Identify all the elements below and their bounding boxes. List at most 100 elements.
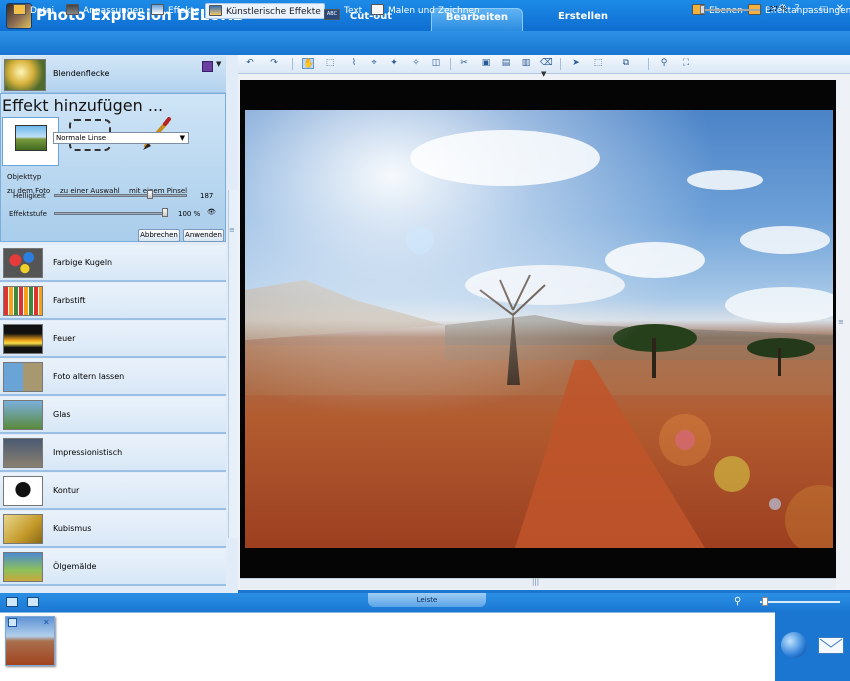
glass-thumbnail xyxy=(3,400,43,430)
paint-icon xyxy=(371,4,384,15)
list-item-label: Farbstift xyxy=(53,296,86,305)
apply-to-photo-option[interactable] xyxy=(2,117,59,166)
smart-select-icon[interactable]: ✧ xyxy=(410,58,422,69)
effektstufe-slider[interactable] xyxy=(54,212,166,215)
objekttyp-select[interactable]: Normale Linse ▼ xyxy=(53,132,189,144)
gallery-icon[interactable] xyxy=(27,597,39,607)
list-item-label: Farbige Kugeln xyxy=(53,258,113,267)
objekttyp-value: Normale Linse xyxy=(56,134,107,142)
contour-thumbnail xyxy=(3,476,43,506)
magic-wand-icon[interactable]: ✦ xyxy=(388,58,400,69)
chevron-down-icon: ▼ xyxy=(541,70,547,78)
transform-icon[interactable]: ⬚ xyxy=(592,58,604,69)
paste-new-icon[interactable]: ▥ xyxy=(520,58,532,69)
scroll-grip-icon[interactable]: ||| xyxy=(532,578,539,586)
scroll-grip-icon[interactable]: ≡ xyxy=(838,318,844,326)
zoom-level[interactable]: 27 % xyxy=(769,5,787,13)
effektstufe-label: Effektstufe xyxy=(9,210,47,218)
list-item-label: Ölgemälde xyxy=(53,562,97,571)
filmstrip xyxy=(0,612,775,681)
left-panel-scrollbar[interactable] xyxy=(228,190,238,538)
thumbnail-size-thumb[interactable] xyxy=(762,597,768,606)
magnify-icon[interactable]: ⚲ xyxy=(734,596,741,607)
helligkeit-slider-thumb[interactable] xyxy=(146,190,153,199)
rect-select-icon[interactable]: ⬚ xyxy=(324,58,336,69)
effektstufe-slider-thumb[interactable] xyxy=(162,208,168,217)
undo-icon[interactable]: ↶ xyxy=(244,58,256,69)
colored-balls-thumbnail xyxy=(3,248,43,278)
folder-icon xyxy=(13,4,26,15)
current-effect-thumbnail xyxy=(4,59,46,91)
fire-thumbnail xyxy=(3,324,43,354)
eye-icon[interactable]: 👁 xyxy=(207,208,216,216)
list-item[interactable]: Impressionistisch xyxy=(0,435,226,472)
current-effect-header[interactable]: Blendenflecke ▼ xyxy=(1,56,226,93)
cut-icon[interactable]: ✂ xyxy=(458,58,470,69)
hand-tool-icon[interactable]: ✋ xyxy=(302,58,314,69)
list-item-label: Foto altern lassen xyxy=(53,372,125,381)
menu-kuenstlerische-effekte[interactable]: Künstlerische Effekte xyxy=(205,3,325,19)
chevron-down-icon[interactable]: ▼ xyxy=(216,60,221,68)
list-item[interactable]: Foto altern lassen xyxy=(0,359,226,396)
panel-resize-grip-icon[interactable]: ≡ xyxy=(229,226,235,234)
pointer-icon[interactable]: ➤ xyxy=(570,58,582,69)
menu-datei[interactable]: Datei xyxy=(10,3,57,19)
eraser-icon[interactable]: ⌫ xyxy=(540,58,553,69)
photo-icon xyxy=(15,125,47,151)
paste-icon[interactable]: ▤ xyxy=(500,58,512,69)
mail-icon[interactable] xyxy=(818,637,844,654)
thumbnail-size-slider[interactable] xyxy=(760,601,840,603)
tab-erstellen[interactable]: Erstellen xyxy=(537,8,629,31)
menu-effekte[interactable]: Effekte xyxy=(148,3,203,19)
menu-anpassungen-label: Anpassungen xyxy=(83,6,144,16)
list-item[interactable]: Kubismus xyxy=(0,511,226,548)
cubism-thumbnail xyxy=(3,514,43,544)
aging-thumbnail xyxy=(3,362,43,392)
zoom-icon[interactable]: ⚲ xyxy=(658,58,670,69)
film-strip-icon[interactable] xyxy=(6,597,18,607)
save-preset-icon[interactable] xyxy=(202,61,213,72)
helligkeit-label: Helligkeit xyxy=(13,192,46,200)
list-item-label: Glas xyxy=(53,410,71,419)
leiste-tab[interactable]: Leiste xyxy=(368,593,486,607)
menu-ebenen-label: Ebenen xyxy=(709,6,743,16)
list-item[interactable]: Glas xyxy=(0,397,226,434)
polygon-lasso-icon[interactable]: ⌖ xyxy=(368,58,380,69)
list-item-label: Impressionistisch xyxy=(53,448,123,457)
menu-effekte-label: Effekte xyxy=(168,6,200,16)
cancel-button[interactable]: Abbrechen xyxy=(138,229,180,242)
photo-scene xyxy=(245,110,833,548)
list-item[interactable]: Kontur xyxy=(0,473,226,510)
mail-envelope-icon xyxy=(819,638,843,648)
list-item[interactable]: Ölgemälde xyxy=(0,549,226,586)
objekttyp-label: Objekttyp xyxy=(7,173,42,181)
redo-icon[interactable]: ↷ xyxy=(268,58,280,69)
list-item[interactable]: Feuer xyxy=(0,321,226,358)
list-item[interactable]: Farbstift xyxy=(0,283,226,320)
add-effect-heading: Effekt hinzufügen ... xyxy=(2,96,164,115)
effects-icon xyxy=(151,4,164,15)
menu-effektanpassungen[interactable]: Effektanpassungen xyxy=(745,3,850,19)
globe-icon[interactable] xyxy=(781,632,807,658)
crop-icon[interactable]: ⧉ xyxy=(620,58,632,69)
menu-ebenen[interactable]: Ebenen xyxy=(689,3,746,19)
menu-malen-zeichnen-label: Malen und Zeichnen xyxy=(388,6,480,16)
list-item-label: Feuer xyxy=(53,334,76,343)
lasso-icon[interactable]: ⌇ xyxy=(348,58,360,69)
menu-text[interactable]: ABC Text xyxy=(321,3,365,20)
list-item[interactable]: Farbige Kugeln xyxy=(0,245,226,282)
mask-icon[interactable]: ◫ xyxy=(430,58,442,69)
menu-anpassungen[interactable]: Anpassungen xyxy=(63,3,147,19)
close-icon[interactable]: ✕ xyxy=(43,618,50,627)
impressionist-thumbnail xyxy=(3,438,43,468)
fit-screen-icon[interactable]: ⛶ xyxy=(680,58,692,69)
add-effect-box: Effekt hinzufügen ... zu dem Foto zu ein… xyxy=(0,93,226,242)
photo-canvas[interactable] xyxy=(245,110,833,548)
helligkeit-slider[interactable] xyxy=(54,194,187,197)
copy-icon[interactable]: ▣ xyxy=(480,58,492,69)
left-panel: Blendenflecke ▼ Effekt hinzufügen ... zu… xyxy=(0,55,238,593)
zoom-slider-thumb[interactable] xyxy=(700,5,705,14)
apply-button[interactable]: Anwenden xyxy=(183,229,224,242)
zoom-slider[interactable] xyxy=(700,9,760,11)
menu-malen-zeichnen[interactable]: Malen und Zeichnen xyxy=(368,3,483,19)
